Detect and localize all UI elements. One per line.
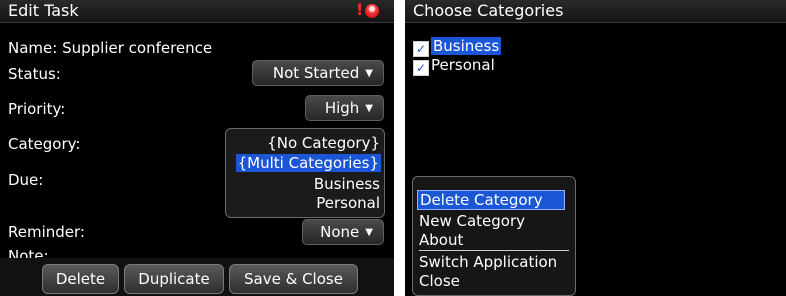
high-priority-alert-icon: ! <box>356 2 390 19</box>
checkbox-checked-icon[interactable]: ✓ <box>413 60 429 76</box>
category-item-personal[interactable]: ✓ Personal <box>413 56 495 76</box>
edit-task-screen: Edit Task ! Name: Supplier conference St… <box>0 0 394 296</box>
menu-item-new-category[interactable]: New Category <box>419 212 525 230</box>
checkbox-checked-icon[interactable]: ✓ <box>413 41 429 57</box>
screen-title: Choose Categories <box>413 1 564 20</box>
priority-label: Priority: <box>8 100 66 118</box>
category-option[interactable]: Business <box>314 175 380 193</box>
category-label: Category: <box>8 135 81 153</box>
title-bar: Choose Categories <box>405 0 786 23</box>
category-item-label: Personal <box>431 56 495 74</box>
category-option[interactable]: Personal <box>316 194 380 212</box>
chevron-down-icon: ▼ <box>365 68 373 79</box>
category-dropdown-list[interactable]: {No Category} {Multi Categories} Busines… <box>225 128 385 218</box>
title-bar: Edit Task ! <box>0 0 394 23</box>
name-field[interactable]: Name: Supplier conference <box>8 38 212 58</box>
reminder-label: Reminder: <box>8 223 85 241</box>
priority-dropdown[interactable]: High ▼ <box>305 95 384 121</box>
choose-categories-screen: Choose Categories ✓ Business ✓ Personal De… <box>405 0 786 296</box>
chevron-down-icon: ▼ <box>365 227 373 238</box>
menu-divider <box>419 250 569 251</box>
category-item-business[interactable]: ✓ Business <box>413 37 502 57</box>
screen-title: Edit Task <box>8 1 79 20</box>
chevron-down-icon: ▼ <box>365 103 373 114</box>
status-dropdown[interactable]: Not Started ▼ <box>252 60 384 86</box>
priority-value: High <box>324 99 360 117</box>
menu-item-delete-category[interactable]: Delete Category <box>417 190 565 210</box>
save-close-button[interactable]: Save & Close <box>229 264 358 294</box>
category-option[interactable]: {No Category} <box>267 134 380 152</box>
status-label: Status: <box>8 65 61 83</box>
reminder-value: None <box>320 223 360 241</box>
menu-item-close[interactable]: Close <box>419 272 460 290</box>
notes-label: Note: <box>8 247 49 258</box>
duplicate-button[interactable]: Duplicate <box>124 264 224 294</box>
category-option-selected[interactable]: {Multi Categories} <box>235 154 381 172</box>
menu-item-about[interactable]: About <box>419 231 463 249</box>
delete-button[interactable]: Delete <box>42 264 119 294</box>
reminder-dropdown[interactable]: None ▼ <box>302 219 384 245</box>
context-menu[interactable]: Delete Category New Category About Switc… <box>412 176 576 296</box>
category-item-label: Business <box>431 37 502 55</box>
status-value: Not Started <box>272 64 360 82</box>
due-label: Due: <box>8 171 44 189</box>
menu-item-switch-application[interactable]: Switch Application <box>419 253 557 271</box>
